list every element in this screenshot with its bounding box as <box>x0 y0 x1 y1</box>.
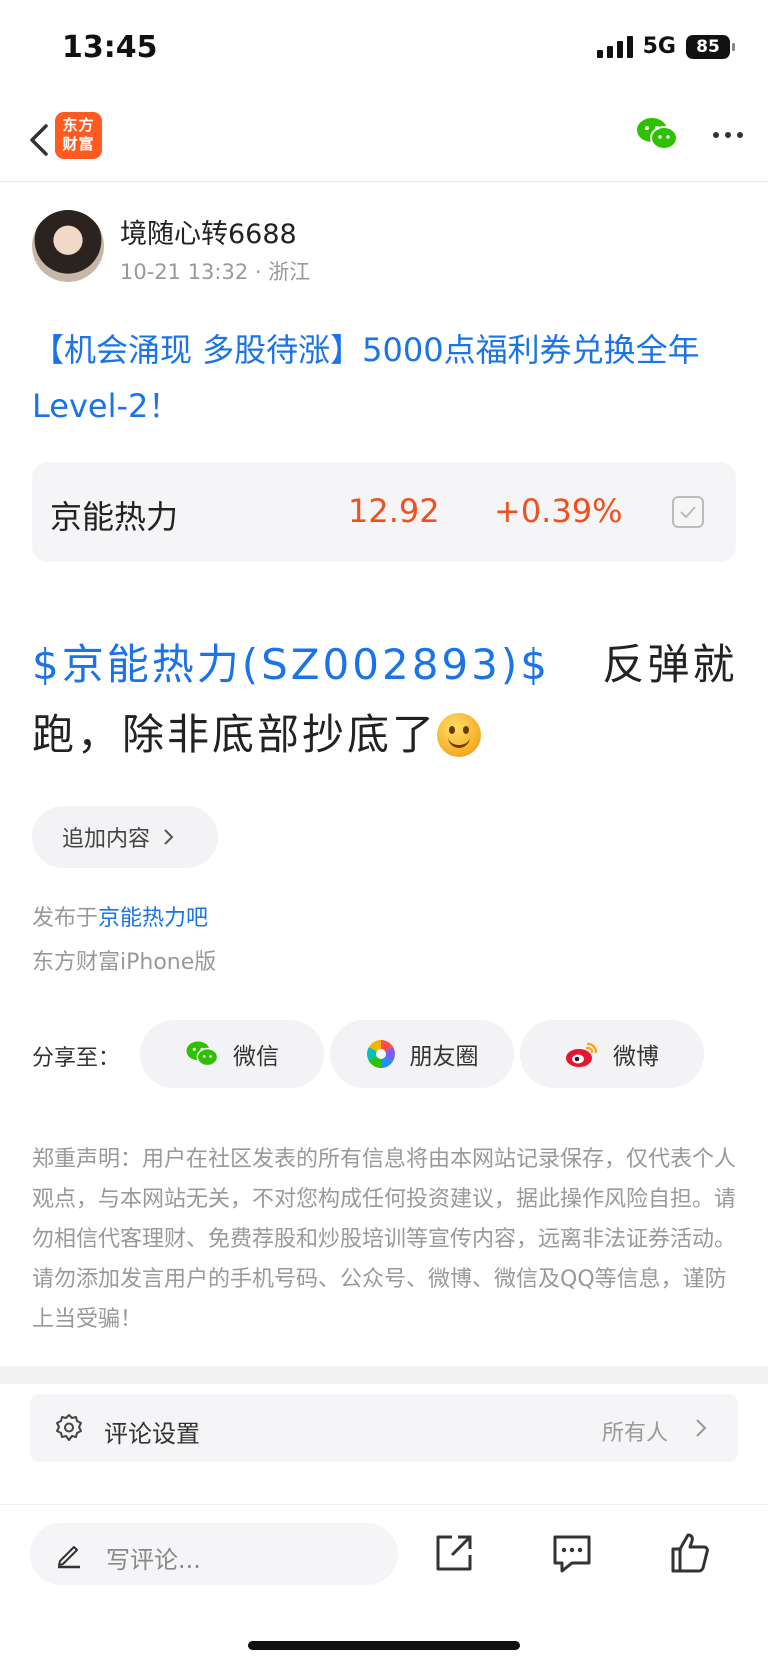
comment-settings-label: 评论设置 <box>104 1420 200 1448</box>
comment-placeholder: 写评论... <box>106 1546 201 1574</box>
author-name[interactable]: 境随心转6688 <box>120 212 297 251</box>
smiley-emoji-icon <box>437 713 482 757</box>
like-icon[interactable] <box>668 1531 712 1575</box>
status-bar: 13:45 5G 85 <box>0 0 768 100</box>
share-wechat-button[interactable]: 微信 <box>140 1020 324 1088</box>
stock-quote-card[interactable]: 京能热力 12.92 +0.39% <box>32 462 736 562</box>
share-label: 分享至： <box>32 1046 121 1071</box>
stock-link[interactable]: $京能热力(SZ002893)$ <box>32 640 550 689</box>
status-time: 13:45 <box>62 30 158 65</box>
chevron-right-icon <box>164 829 174 845</box>
append-content-label: 追加内容 <box>62 827 151 852</box>
share-moments-label: 朋友圈 <box>409 1044 479 1070</box>
stock-price: 12.92 <box>348 492 440 530</box>
wechat-share-icon[interactable] <box>636 116 678 152</box>
signal-icon <box>596 35 633 58</box>
app-logo: 东方 财富 <box>55 112 102 159</box>
nav-bar: 东方 财富 <box>0 100 768 182</box>
moments-icon <box>366 1040 395 1068</box>
disclaimer-text: 郑重声明：用户在社区发表的所有信息将由本网站记录保存，仅代表个人观点，与本网站无… <box>32 1147 737 1332</box>
share-weibo-label: 微博 <box>613 1044 659 1070</box>
network-type: 5G <box>642 34 676 59</box>
bottom-action-bar: 写评论... <box>0 1504 768 1663</box>
forum-link[interactable]: 京能热力吧 <box>98 906 208 931</box>
client-source: 东方财富iPhone版 <box>32 950 217 975</box>
section-divider <box>0 1366 768 1384</box>
append-content-button[interactable]: 追加内容 <box>32 806 218 868</box>
logo-text-line1: 东方 <box>62 116 95 134</box>
share-icon[interactable] <box>432 1531 476 1575</box>
add-watchlist-checkbox[interactable] <box>672 496 704 528</box>
comment-settings-value: 所有人 <box>601 1421 668 1446</box>
comment-input[interactable]: 写评论... <box>30 1523 398 1585</box>
back-icon[interactable] <box>20 120 60 160</box>
avatar[interactable] <box>32 210 104 282</box>
stock-name: 京能热力 <box>50 498 179 536</box>
post-body: $京能热力(SZ002893)$ 反弹就跑，除非底部抄底了 <box>32 630 738 770</box>
wechat-icon <box>186 1041 219 1067</box>
published-prefix: 发布于 <box>32 906 99 931</box>
comment-icon[interactable] <box>550 1531 594 1575</box>
share-moments-button[interactable]: 朋友圈 <box>330 1020 514 1088</box>
home-indicator <box>248 1641 520 1650</box>
pen-icon <box>58 1546 80 1569</box>
share-weibo-button[interactable]: 微博 <box>520 1020 704 1088</box>
logo-text-line2: 财富 <box>62 135 95 153</box>
share-row: 分享至： 微信 朋友圈 微博 <box>32 1020 736 1088</box>
comment-settings-row[interactable]: 评论设置 所有人 <box>30 1394 738 1462</box>
share-wechat-label: 微信 <box>233 1044 279 1070</box>
published-in: 发布于京能热力吧 <box>32 900 208 932</box>
weibo-icon <box>566 1042 598 1067</box>
more-icon[interactable] <box>708 120 748 150</box>
post-meta: 10-21 13:32 · 浙江 <box>120 260 311 284</box>
author-header: 境随心转6688 10-21 13:32 · 浙江 <box>32 210 732 290</box>
post-title[interactable]: 【机会涌现 多股待涨】5000点福利券兑换全年Level-2！ <box>32 322 736 434</box>
status-indicators: 5G 85 <box>596 34 735 59</box>
gear-icon <box>56 1414 82 1441</box>
stock-change: +0.39% <box>494 492 623 530</box>
chevron-right-icon <box>696 1419 707 1437</box>
battery-icon: 85 <box>686 34 735 59</box>
